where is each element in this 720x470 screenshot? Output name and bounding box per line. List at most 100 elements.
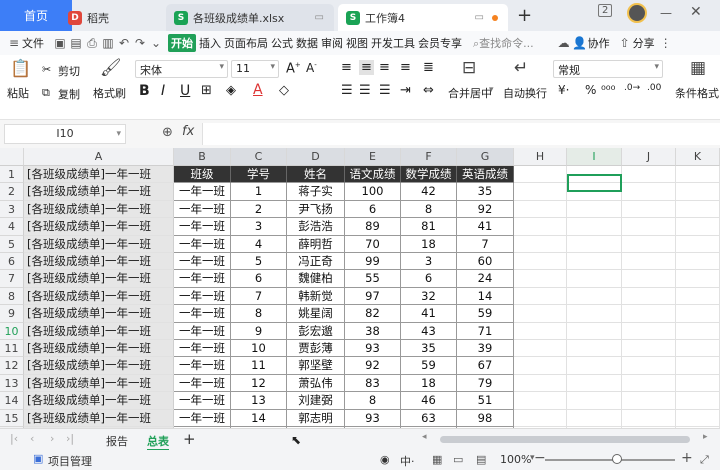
empty-cell[interactable] [622,235,676,253]
empty-cell[interactable] [676,253,720,271]
table-cell[interactable]: 42 [401,183,457,201]
empty-cell[interactable] [567,287,622,306]
table-cell[interactable]: 尹飞扬 [287,200,345,219]
cell-col-a[interactable]: [各班级成绩单]一年一班 [24,200,174,219]
first-sheet-icon[interactable]: |‹ [10,432,18,445]
cell-col-a[interactable]: [各班级成绩单]一年一班 [24,253,174,271]
table-cell[interactable]: 39 [457,340,514,358]
empty-cell[interactable] [567,253,622,271]
table-cell[interactable]: 43 [401,322,457,340]
distribute-icon[interactable]: ⇔ [423,83,434,98]
save-icon[interactable]: ▣ [52,36,68,50]
cloud-icon[interactable]: ☁ [556,36,572,50]
scroll-left-icon[interactable]: ◂ [422,432,427,442]
table-cell[interactable]: 1 [231,183,287,201]
empty-cell[interactable] [567,270,622,288]
table-cell[interactable]: 一年一班 [174,235,231,253]
table-cell[interactable]: 魏健柏 [287,270,345,288]
table-cell[interactable]: 7 [457,235,514,253]
cell-col-a[interactable]: [各班级成绩单]一年一班 [24,218,174,236]
page-layout-view-icon[interactable]: ▭ [453,453,463,466]
normal-view-icon[interactable]: ▦ [432,453,442,466]
wrap-text-button[interactable]: 自动换行 [503,85,547,101]
row-header[interactable]: 9 [0,305,24,323]
table-cell[interactable]: 81 [401,218,457,236]
table-cell[interactable]: 蒋子实 [287,183,345,201]
table-cell[interactable]: 70 [345,235,401,253]
table-cell[interactable]: 18 [401,235,457,253]
row-header[interactable]: 15 [0,409,24,427]
table-cell[interactable]: 一年一班 [174,392,231,410]
table-cell[interactable]: 14 [231,409,287,427]
table-header-cell[interactable]: 学号 [231,166,287,184]
column-header-b[interactable]: B [174,148,231,166]
table-cell[interactable]: 一年一班 [174,340,231,358]
table-cell[interactable]: 51 [457,392,514,410]
share-button[interactable]: 分享 [633,35,655,51]
table-cell[interactable]: 67 [457,357,514,375]
table-cell[interactable]: 一年一班 [174,322,231,340]
empty-cell[interactable] [622,357,676,375]
empty-cell[interactable] [676,322,720,340]
align-left-icon[interactable]: ☰ [341,83,353,98]
empty-cell[interactable] [567,340,622,358]
empty-cell[interactable] [622,166,676,184]
sheet-tab-summary[interactable]: 总表 [147,433,169,451]
menu-data[interactable]: 数据 [296,35,318,51]
hamburger-icon[interactable]: ≡ [6,36,22,50]
table-cell[interactable]: 一年一班 [174,374,231,393]
empty-cell[interactable] [622,183,676,201]
menu-review[interactable]: 审阅 [321,35,343,51]
table-cell[interactable]: 一年一班 [174,270,231,288]
empty-cell[interactable] [676,166,720,184]
copy-button[interactable]: 复制 [58,86,80,102]
align-bottom-icon[interactable]: ≡ [379,60,390,75]
empty-cell[interactable] [622,409,676,427]
empty-cell[interactable] [622,200,676,219]
column-header-c[interactable]: C [231,148,287,166]
row-header[interactable]: 10 [0,322,24,340]
empty-cell[interactable] [622,374,676,393]
last-sheet-icon[interactable]: ›| [66,432,74,445]
row-header[interactable]: 5 [0,235,24,253]
table-cell[interactable]: 14 [457,287,514,306]
underline-icon[interactable]: U [180,83,190,99]
empty-cell[interactable] [622,305,676,323]
format-painter-button[interactable]: 格式刷 [93,85,126,101]
empty-cell[interactable] [622,322,676,340]
table-cell[interactable]: 韩新觉 [287,287,345,306]
column-header-g[interactable]: G [457,148,514,166]
cut-button[interactable]: 剪切 [58,63,80,79]
cell-col-a[interactable]: [各班级成绩单]一年一班 [24,270,174,288]
menu-start[interactable]: 开始 [168,34,196,52]
print-preview-icon[interactable]: ▥ [100,36,116,50]
table-cell[interactable]: 一年一班 [174,305,231,323]
empty-cell[interactable] [514,409,567,427]
wrap-text-icon[interactable]: ↵ [514,58,528,78]
table-cell[interactable]: 3 [401,253,457,271]
font-color-icon[interactable]: A [253,82,263,98]
next-sheet-icon[interactable]: › [50,432,54,445]
decrease-font-icon[interactable]: A- [306,61,317,75]
table-cell[interactable]: 97 [345,287,401,306]
table-cell[interactable]: 8 [231,305,287,323]
clear-format-icon[interactable]: ◇ [279,83,289,98]
page-break-view-icon[interactable]: ▤ [476,453,486,466]
zoom-slider[interactable] [545,459,675,461]
empty-cell[interactable] [514,235,567,253]
tab-docer[interactable]: D 稻壳 [60,4,160,31]
table-cell[interactable]: 71 [457,322,514,340]
empty-cell[interactable] [514,270,567,288]
table-cell[interactable]: 93 [345,340,401,358]
conditional-format-button[interactable]: 条件格式 [675,85,719,101]
table-cell[interactable]: 一年一班 [174,357,231,375]
table-cell[interactable]: 18 [401,374,457,393]
tab-class-grades-file[interactable]: S 各班级成绩单.xlsx ▭ [166,4,334,31]
column-header-f[interactable]: F [401,148,457,166]
command-search[interactable]: ⌕查找命令... [473,35,534,51]
empty-cell[interactable] [676,305,720,323]
table-cell[interactable]: 99 [345,253,401,271]
empty-cell[interactable] [514,287,567,306]
empty-cell[interactable] [514,340,567,358]
row-header[interactable]: 4 [0,218,24,236]
